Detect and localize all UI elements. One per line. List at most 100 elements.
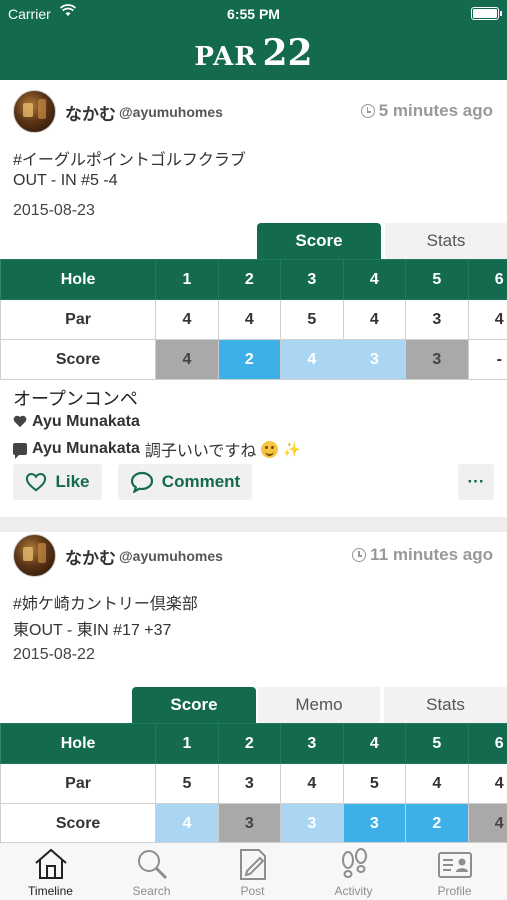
speech-bubble-icon [130, 471, 153, 493]
par-cell: 4 [467, 763, 507, 804]
heart-icon [13, 416, 27, 429]
score-row: Score 4 3 3 3 2 4 [0, 803, 507, 842]
par-cell: 5 [342, 763, 407, 804]
par-row: Par 4 4 5 4 3 4 [0, 299, 507, 340]
timeline-feed[interactable]: なかむ @ayumuhomes 5 minutes ago #イーグルポイントゴ… [0, 80, 507, 842]
time-ago-text: 5 minutes ago [378, 101, 493, 120]
logo-par-text: PAR [194, 42, 257, 72]
score-cell: 3 [342, 339, 407, 380]
par-cell: 4 [155, 299, 219, 340]
post-timestamp: 11 minutes ago [352, 545, 493, 565]
footprints-icon [342, 848, 367, 878]
tab-activity-label: Activity [334, 884, 373, 898]
tab-memo[interactable]: Memo [258, 687, 380, 723]
scorecard-table: Hole 1 2 3 4 5 6 Par 4 4 5 4 3 4 Score 4… [0, 259, 507, 380]
username[interactable]: なかむ [65, 544, 116, 569]
score-cell: - [467, 339, 507, 380]
score-cell: 2 [405, 803, 469, 842]
tab-post[interactable]: Post [202, 843, 303, 900]
profile-card-icon [438, 852, 472, 878]
comment-text: 調子いいですね [144, 443, 257, 460]
more-label: ··· [467, 472, 485, 491]
more-options-button[interactable]: ··· [458, 464, 494, 500]
scorecard-table: Hole 1 2 3 4 5 6 Par 5 3 4 5 4 4 Score 4… [0, 723, 507, 842]
tab-search[interactable]: Search [101, 843, 202, 900]
comment-icon [13, 443, 27, 459]
score-cell: 3 [217, 803, 282, 842]
hole-number: 6 [467, 259, 507, 300]
clock-icon [352, 548, 367, 562]
score-cell: 4 [467, 803, 507, 842]
post-timestamp: 5 minutes ago [360, 101, 493, 121]
par-cell: 5 [155, 763, 219, 804]
hole-number: 5 [405, 723, 469, 764]
hole-number: 1 [155, 259, 219, 300]
time-ago-text: 11 minutes ago [370, 545, 493, 564]
comment-label: Comment [161, 472, 241, 491]
hole-number: 5 [405, 259, 469, 300]
score-cell: 3 [405, 339, 469, 380]
user-handle[interactable]: @ayumuhomes [119, 104, 223, 120]
avatar[interactable] [13, 90, 56, 133]
hole-row: Hole 1 2 3 4 5 6 [0, 723, 507, 764]
comment-line: Ayu Munakata 調子いいですね ✨ [13, 437, 301, 461]
tab-score[interactable]: Score [132, 687, 256, 723]
heart-outline-icon [26, 472, 47, 492]
hole-number: 4 [342, 723, 407, 764]
likes-line: Ayu Munakata [13, 413, 140, 431]
scorecard-tabs: Score Memo Stats [0, 687, 507, 723]
score-cell: 4 [155, 339, 219, 380]
smile-emoji-icon [261, 440, 279, 458]
tab-timeline[interactable]: Timeline [0, 843, 101, 900]
liked-by-name[interactable]: Ayu Munakata [32, 413, 140, 431]
battery-icon [471, 7, 502, 20]
hole-number: 4 [342, 259, 407, 300]
compose-icon [240, 849, 266, 880]
tab-stats[interactable]: Stats [385, 223, 507, 259]
app-logo: PAR 22 [0, 32, 507, 74]
hole-number: 3 [280, 723, 344, 764]
tab-stats[interactable]: Stats [384, 687, 507, 723]
house-icon [35, 848, 67, 879]
par-cell: 4 [405, 763, 469, 804]
par-cell: 3 [217, 763, 282, 804]
sparkle-emoji-icon: ✨ [283, 440, 301, 457]
score-cell: 3 [342, 803, 407, 842]
tab-search-label: Search [132, 884, 171, 898]
timeline-post: なかむ @ayumuhomes 11 minutes ago #姉ケ崎カントリー… [0, 532, 507, 842]
par-cell: 4 [467, 299, 507, 340]
tab-score[interactable]: Score [257, 223, 381, 259]
tab-post-label: Post [240, 884, 265, 898]
par-label: Par [0, 299, 157, 340]
like-button[interactable]: Like [13, 464, 102, 500]
scorecard-tabs: Score Stats [0, 223, 507, 259]
competition-name: オープンコンペ [13, 389, 138, 409]
score-row: Score 4 2 4 3 3 - [0, 339, 507, 380]
hole-row: Hole 1 2 3 4 5 6 [0, 259, 507, 300]
score-cell: 4 [280, 339, 344, 380]
par-cell: 4 [217, 299, 282, 340]
par-cell: 3 [405, 299, 469, 340]
tab-timeline-label: Timeline [28, 884, 73, 898]
score-label: Score [0, 339, 157, 380]
course-name[interactable]: #姉ケ崎カントリー倶楽部 [13, 590, 198, 614]
tab-activity[interactable]: Activity [303, 843, 404, 900]
user-handle[interactable]: @ayumuhomes [119, 548, 223, 564]
avatar[interactable] [13, 534, 56, 577]
post-separator [0, 517, 507, 532]
round-date: 2015-08-23 [13, 202, 95, 219]
par-row: Par 5 3 4 5 4 4 [0, 763, 507, 804]
hole-label: Hole [0, 259, 157, 300]
timeline-post: なかむ @ayumuhomes 5 minutes ago #イーグルポイントゴ… [0, 80, 507, 517]
par-cell: 4 [342, 299, 407, 340]
round-summary: OUT - IN #5 -4 [13, 172, 118, 189]
hole-number: 6 [467, 723, 507, 764]
comment-author[interactable]: Ayu Munakata [32, 440, 140, 458]
course-name[interactable]: #イーグルポイントゴルフクラブ [13, 146, 246, 170]
score-label: Score [0, 803, 157, 842]
comment-button[interactable]: Comment [118, 464, 252, 500]
tab-profile[interactable]: Profile [404, 843, 505, 900]
search-icon [138, 850, 168, 880]
username[interactable]: なかむ [65, 100, 116, 125]
score-cell: 4 [155, 803, 219, 842]
